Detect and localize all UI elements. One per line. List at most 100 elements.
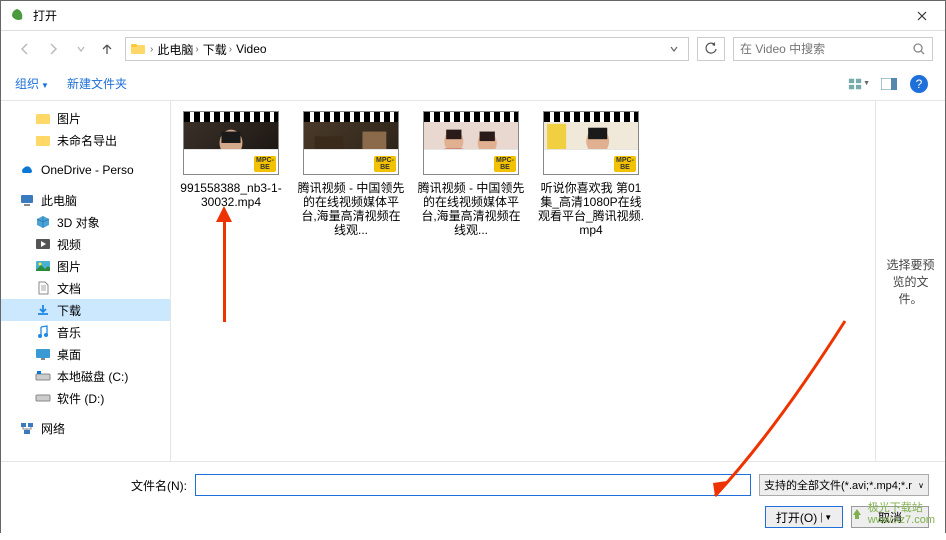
app-icon [9,8,25,24]
tree-music[interactable]: 音乐 [1,321,170,343]
preview-toggle-button[interactable] [877,72,901,96]
close-icon [917,11,927,21]
cube-icon [35,214,51,230]
video-thumbnail: MPC-BE [543,111,639,175]
file-name: 991558388_nb3-1-30032.mp4 [177,181,285,209]
tree-pictures2[interactable]: 图片 [1,255,170,277]
pc-icon [19,192,35,208]
file-list[interactable]: MPC-BE 991558388_nb3-1-30032.mp4 MPC-BE … [171,101,875,461]
chevron-right-icon: › [150,44,153,55]
drive-icon [35,390,51,406]
chevron-right-icon: › [229,44,232,55]
tree-thispc[interactable]: 此电脑 [1,189,170,211]
arrow-up-icon [100,42,114,56]
player-badge-icon: MPC-BE [254,156,276,172]
file-item[interactable]: MPC-BE 听说你喜欢我 第01集_高清1080P在线观看平台_腾讯视频.mp… [537,111,645,237]
file-type-filter[interactable]: 支持的全部文件(*.avi;*.mp4;*.r∨ [759,474,929,496]
newfolder-button[interactable]: 新建文件夹 [67,75,127,92]
file-item[interactable]: MPC-BE 991558388_nb3-1-30032.mp4 [177,111,285,209]
sidebar-tree: 图片 未命名导出 OneDrive - Perso 此电脑 3D 对象 视频 图… [1,101,171,461]
video-thumbnail: MPC-BE [303,111,399,175]
open-button[interactable]: 打开(O)│▼ [765,506,843,528]
bottom-panel: 文件名(N): 支持的全部文件(*.avi;*.mp4;*.r∨ 打开(O)│▼… [1,461,945,540]
music-icon [35,324,51,340]
navigation-row: › 此电脑 › 下载 › Video [1,31,945,67]
arrow-left-icon [17,41,33,57]
tree-pictures[interactable]: 图片 [1,107,170,129]
view-mode-button[interactable]: ▼ [847,72,871,96]
file-name: 腾讯视频 - 中国领先的在线视频媒体平台,海量高清视频在线观... [417,181,525,237]
nav-buttons [13,37,117,61]
video-thumbnail: MPC-BE [183,111,279,175]
button-row: 打开(O)│▼ 取消 [17,506,929,528]
help-button[interactable]: ? [907,72,931,96]
preview-placeholder: 选择要预览的文件。 [882,256,939,307]
tree-onedrive[interactable]: OneDrive - Perso [1,159,170,181]
filename-label: 文件名(N): [17,477,187,494]
tree-network[interactable]: 网络 [1,417,170,439]
tree-documents[interactable]: 文档 [1,277,170,299]
player-badge-icon: MPC-BE [494,156,516,172]
forward-button[interactable] [41,37,65,61]
folder-icon [130,41,146,57]
tree-downloads[interactable]: 下载 [1,299,170,321]
drive-icon [35,368,51,384]
arrow-right-icon [45,41,61,57]
search-icon [912,42,926,56]
search-box[interactable] [733,37,933,61]
path-dropdown[interactable] [664,44,684,54]
file-name: 听说你喜欢我 第01集_高清1080P在线观看平台_腾讯视频.mp4 [537,181,645,237]
picture-icon [35,258,51,274]
network-icon [19,420,35,436]
toolbar: 组织▼ 新建文件夹 ▼ ? [1,67,945,101]
window-title: 打开 [33,7,899,24]
tree-videos[interactable]: 视频 [1,233,170,255]
chevron-right-icon: › [195,44,198,55]
main-area: 图片 未命名导出 OneDrive - Perso 此电脑 3D 对象 视频 图… [1,101,945,461]
chevron-down-icon: ▼ [41,81,49,90]
preview-icon [881,78,897,90]
view-icon [848,77,862,91]
organize-menu[interactable]: 组织▼ [15,75,49,92]
refresh-button[interactable] [697,37,725,61]
help-icon: ? [910,75,928,93]
watermark: 极光下载站 www.xz7.com [850,502,935,526]
file-item[interactable]: MPC-BE 腾讯视频 - 中国领先的在线视频媒体平台,海量高清视频在线观... [417,111,525,237]
tree-3dobjects[interactable]: 3D 对象 [1,211,170,233]
tree-diskd[interactable]: 软件 (D:) [1,387,170,409]
breadcrumb-pc[interactable]: 此电脑 [157,41,193,58]
file-item[interactable]: MPC-BE 腾讯视频 - 中国领先的在线视频媒体平台,海量高清视频在线观... [297,111,405,237]
player-badge-icon: MPC-BE [374,156,396,172]
address-bar[interactable]: › 此电脑 › 下载 › Video [125,37,689,61]
watermark-icon [850,507,864,521]
breadcrumb-downloads[interactable]: 下载 [203,41,227,58]
back-button[interactable] [13,37,37,61]
tree-unnamed[interactable]: 未命名导出 [1,129,170,151]
split-dropdown-icon: │▼ [819,513,832,522]
chevron-down-icon: ∨ [918,481,924,490]
player-badge-icon: MPC-BE [614,156,636,172]
tree-diskc[interactable]: 本地磁盘 (C:) [1,365,170,387]
preview-pane: 选择要预览的文件。 [875,101,945,461]
titlebar: 打开 [1,1,945,31]
desktop-icon [35,346,51,362]
close-button[interactable] [899,1,945,31]
folder-icon [35,110,51,126]
breadcrumb-video[interactable]: Video [236,42,266,56]
tree-desktop[interactable]: 桌面 [1,343,170,365]
filename-row: 文件名(N): 支持的全部文件(*.avi;*.mp4;*.r∨ [17,474,929,496]
folder-icon [35,132,51,148]
chevron-down-icon [76,44,86,54]
file-name: 腾讯视频 - 中国领先的在线视频媒体平台,海量高清视频在线观... [297,181,405,237]
filename-input[interactable] [195,474,751,496]
download-icon [35,302,51,318]
recent-dropdown[interactable] [69,37,93,61]
refresh-icon [704,42,718,56]
video-icon [35,236,51,252]
video-thumbnail: MPC-BE [423,111,519,175]
document-icon [35,280,51,296]
search-input[interactable] [740,42,912,56]
chevron-down-icon [669,44,679,54]
up-button[interactable] [97,39,117,59]
cloud-icon [19,162,35,178]
